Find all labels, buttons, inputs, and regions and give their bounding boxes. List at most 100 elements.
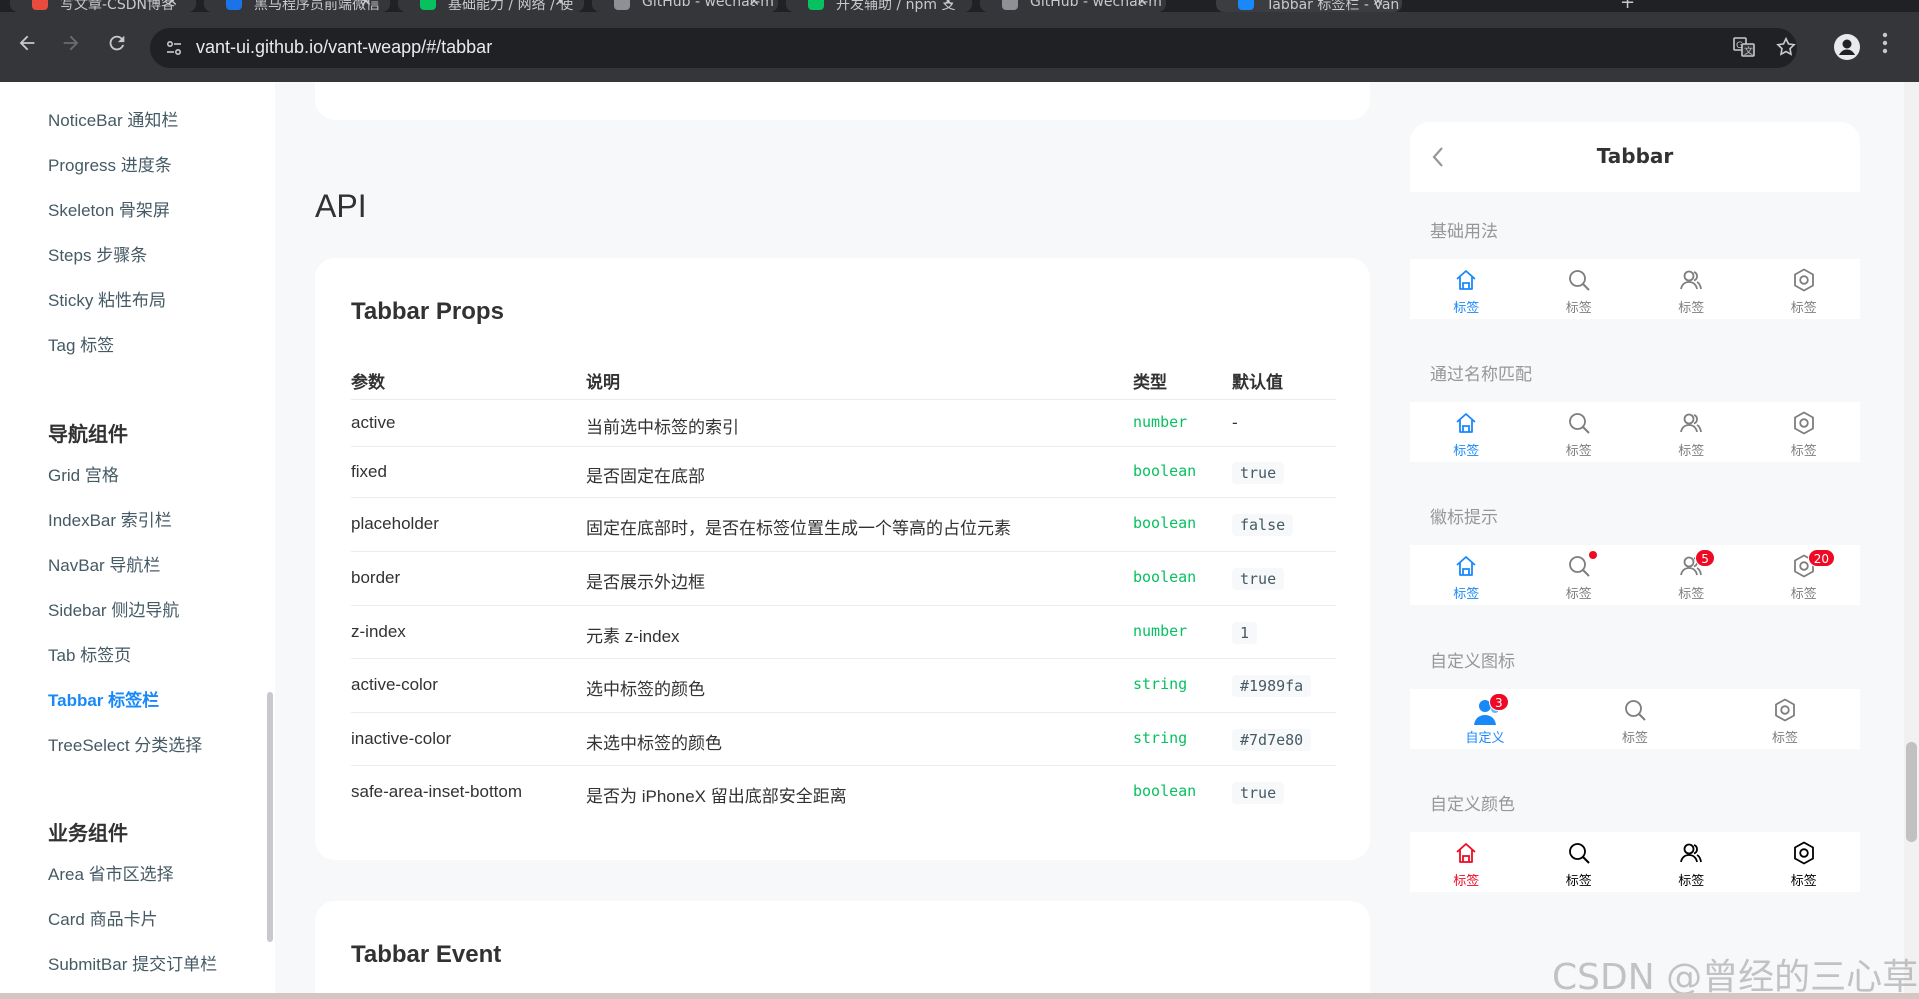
site-info-icon[interactable] bbox=[164, 38, 184, 58]
browser-tab[interactable]: 黑马程序员前端微信 ✕ bbox=[204, 0, 390, 12]
close-icon[interactable]: ✕ bbox=[748, 0, 760, 10]
header-param: 参数 bbox=[351, 373, 385, 393]
prop-description: 是否固定在底部 bbox=[586, 467, 705, 486]
tabbar-item-label: 标签 bbox=[1565, 874, 1592, 889]
close-icon[interactable]: ✕ bbox=[360, 0, 372, 10]
tabbar-item-label: 标签 bbox=[1771, 731, 1798, 746]
setting-icon bbox=[1791, 410, 1817, 436]
table-row: inactive-color 未选中标签的颜色 string #7d7e80 bbox=[351, 712, 1336, 765]
tabbar-item[interactable]: 标签 bbox=[1748, 832, 1861, 892]
sidebar-item[interactable]: Skeleton 骨架屏 bbox=[48, 196, 170, 221]
browser-tab[interactable]: 基础能力 / 网络 / 使 ✕ bbox=[398, 0, 584, 12]
bookmark-star-icon[interactable] bbox=[1774, 36, 1798, 60]
tab-title: 写文章-CSDN博客 bbox=[60, 0, 175, 12]
sidebar-item[interactable]: Progress 进度条 bbox=[48, 151, 172, 176]
tabbar-item[interactable]: 标签 bbox=[1635, 259, 1748, 319]
sidebar-item[interactable]: Sticky 粘性布局 bbox=[48, 286, 166, 311]
sidebar-item[interactable]: Tabbar 标签栏 bbox=[48, 686, 159, 711]
table-row: active-color 选中标签的颜色 string #1989fa bbox=[351, 658, 1336, 712]
tabbar-item-label: 标签 bbox=[1453, 587, 1480, 602]
tabbar-item[interactable]: 标签 bbox=[1410, 402, 1523, 462]
page-scrollbar-thumb[interactable] bbox=[1906, 742, 1917, 842]
svg-text:文: 文 bbox=[1744, 45, 1753, 57]
prop-name: inactive-color bbox=[351, 729, 452, 748]
prop-default: true bbox=[1232, 568, 1285, 590]
close-icon[interactable]: ✕ bbox=[1372, 0, 1384, 10]
tabbar-item[interactable]: 标签 bbox=[1748, 402, 1861, 462]
sidebar-item[interactable]: Tag 标签 bbox=[48, 331, 114, 356]
page-scrollbar[interactable] bbox=[1904, 82, 1919, 993]
badge-count: 5 bbox=[1695, 549, 1715, 567]
tabbar-item[interactable]: 标签 bbox=[1635, 832, 1748, 892]
sidebar-item[interactable]: NoticeBar 通知栏 bbox=[48, 106, 178, 131]
prop-description: 当前选中标签的索引 bbox=[586, 418, 739, 437]
tabbar-item[interactable]: 标签 bbox=[1710, 689, 1860, 749]
close-icon[interactable]: ✕ bbox=[942, 0, 954, 10]
new-tab-button[interactable]: + bbox=[1620, 0, 1635, 12]
sidebar-item[interactable]: Area 省市区选择 bbox=[48, 860, 174, 885]
tab-favicon-icon bbox=[1238, 0, 1254, 10]
prop-name: active bbox=[351, 413, 396, 432]
tabbar-item[interactable]: 标签 bbox=[1523, 545, 1636, 605]
tabbar-item[interactable]: 标签 bbox=[1748, 259, 1861, 319]
sidebar-item[interactable]: TreeSelect 分类选择 bbox=[48, 731, 202, 756]
phone-nav-title: Tabbar bbox=[1596, 144, 1674, 168]
sidebar-item[interactable]: NavBar 导航栏 bbox=[48, 551, 160, 576]
tabbar-item[interactable]: 标签 bbox=[1635, 402, 1748, 462]
sidebar-item[interactable]: Tab 标签页 bbox=[48, 641, 131, 666]
sidebar-item[interactable]: Sidebar 侧边导航 bbox=[48, 596, 179, 621]
sidebar-item[interactable]: Grid 宫格 bbox=[48, 461, 119, 486]
prop-description: 是否展示外边框 bbox=[586, 573, 705, 592]
phone-simulator: Tabbar 基础用法 标签 标签 标签 标签 通过名称匹配 标签 标签 标签 标签 徽标提示 标签标… bbox=[1410, 122, 1860, 922]
tabbar-item[interactable]: 标签 bbox=[1410, 545, 1523, 605]
sidebar-item[interactable]: Steps 步骤条 bbox=[48, 241, 147, 266]
back-button[interactable] bbox=[12, 32, 42, 62]
browser-tab[interactable]: Tabbar 标签栏 - Van ✕ bbox=[1216, 0, 1402, 12]
badge-dot bbox=[1588, 551, 1597, 559]
tab-favicon-icon bbox=[808, 0, 824, 10]
translate-icon[interactable]: G文 bbox=[1732, 36, 1756, 60]
browser-tab[interactable]: 写文章-CSDN博客 ✕ bbox=[10, 0, 196, 12]
tabbar-item[interactable]: 标签 bbox=[1560, 689, 1710, 749]
close-icon[interactable]: ✕ bbox=[166, 0, 178, 10]
tabbar-item[interactable]: 标签 5 bbox=[1635, 545, 1748, 605]
url-text[interactable]: vant-ui.github.io/vant-weapp/#/tabbar bbox=[196, 37, 492, 58]
prop-description: 未选中标签的颜色 bbox=[586, 734, 722, 753]
sidebar-group-nav: 导航组件 bbox=[48, 422, 128, 446]
tabbar-item[interactable]: 标签 bbox=[1523, 402, 1636, 462]
browser-tab[interactable]: GitHub - wechat-m ✕ bbox=[980, 0, 1166, 12]
tabbar: 标签 标签 标签 5 标签 20 bbox=[1410, 545, 1860, 605]
sidebar-item[interactable]: SubmitBar 提交订单栏 bbox=[48, 950, 217, 975]
browser-tab[interactable]: GitHub - wechat-m ✕ bbox=[592, 0, 778, 12]
browser-tab[interactable]: 开发辅助 / npm 支 ✕ bbox=[786, 0, 972, 12]
table-row: border 是否展示外边框 boolean true bbox=[351, 551, 1336, 605]
close-icon[interactable]: ✕ bbox=[554, 0, 566, 10]
sidebar-item[interactable]: IndexBar 索引栏 bbox=[48, 506, 172, 531]
sidebar-scrollbar[interactable] bbox=[267, 692, 273, 942]
prop-type: number bbox=[1133, 413, 1188, 431]
demo-section-title: 徽标提示 bbox=[1430, 508, 1498, 528]
tabbar: 自定义 3 标签 标签 bbox=[1410, 689, 1860, 749]
forward-button[interactable] bbox=[56, 32, 86, 62]
reload-button[interactable] bbox=[102, 32, 132, 62]
tabbar-item[interactable]: 标签 bbox=[1410, 259, 1523, 319]
tabbar-item[interactable]: 标签 20 bbox=[1748, 545, 1861, 605]
tabbar-item[interactable]: 标签 bbox=[1523, 832, 1636, 892]
sidebar-item[interactable]: Card 商品卡片 bbox=[48, 905, 158, 930]
tabbar-item[interactable]: 标签 bbox=[1410, 832, 1523, 892]
friends-icon bbox=[1678, 840, 1704, 866]
profile-button[interactable] bbox=[1833, 33, 1861, 61]
address-bar[interactable]: vant-ui.github.io/vant-weapp/#/tabbar G文 bbox=[150, 28, 1797, 68]
prop-description: 选中标签的颜色 bbox=[586, 680, 705, 699]
close-icon[interactable]: ✕ bbox=[1136, 0, 1148, 10]
browser-menu-button[interactable] bbox=[1880, 30, 1890, 62]
tabbar-item[interactable]: 标签 bbox=[1523, 259, 1636, 319]
tabbar-item-label: 标签 bbox=[1678, 587, 1705, 602]
prop-name: placeholder bbox=[351, 514, 439, 533]
tabbar-item-label: 标签 bbox=[1565, 587, 1592, 602]
tab-favicon-icon bbox=[614, 0, 630, 10]
tabbar-item[interactable]: 自定义 3 bbox=[1410, 689, 1560, 749]
tabbar-item-label: 标签 bbox=[1621, 731, 1648, 746]
api-heading: API bbox=[315, 188, 367, 224]
demo-section-title: 通过名称匹配 bbox=[1430, 365, 1532, 385]
